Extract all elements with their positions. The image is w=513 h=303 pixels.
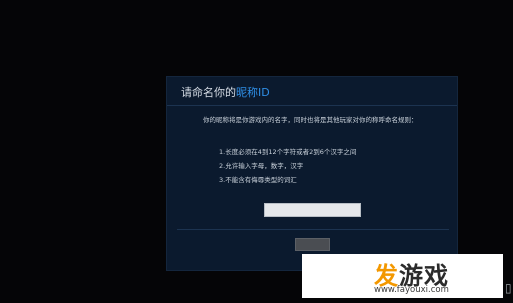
naming-rule: 2.允许输入字母，数字，汉字: [219, 162, 304, 170]
nickname-input[interactable]: [264, 203, 361, 217]
dialog-title: 请命名你的昵称ID: [181, 84, 270, 100]
naming-rule: 3.不能含有侮辱类型的词汇: [219, 176, 297, 184]
dialog-title-text: 请命名你的: [181, 86, 236, 99]
naming-rule: 1.长度必须在4到12个字符或者2到6个汉字之间: [219, 148, 357, 156]
dialog-divider: [177, 229, 449, 230]
nickname-dialog: 请命名你的昵称ID 你的昵称将是你游戏内的名字，同时也将是其他玩家对你的称呼命名…: [166, 76, 458, 271]
watermark-url: www.fayouxi.com: [374, 285, 449, 295]
dialog-intro-text: 你的昵称将是你游戏内的名字，同时也将是其他玩家对你的称呼命名规则：: [203, 116, 418, 124]
confirm-button[interactable]: [295, 238, 330, 251]
dialog-title-bar: 请命名你的昵称ID: [167, 77, 457, 106]
dialog-title-highlight: 昵称ID: [236, 86, 270, 99]
naming-rules-list: 1.长度必须在4到12个字符或者2到6个汉字之间 2.允许输入字母，数字，汉字 …: [219, 145, 356, 187]
corner-b-icon: ▯: [505, 281, 512, 295]
site-watermark: 发游戏 www.fayouxi.com: [302, 254, 503, 298]
